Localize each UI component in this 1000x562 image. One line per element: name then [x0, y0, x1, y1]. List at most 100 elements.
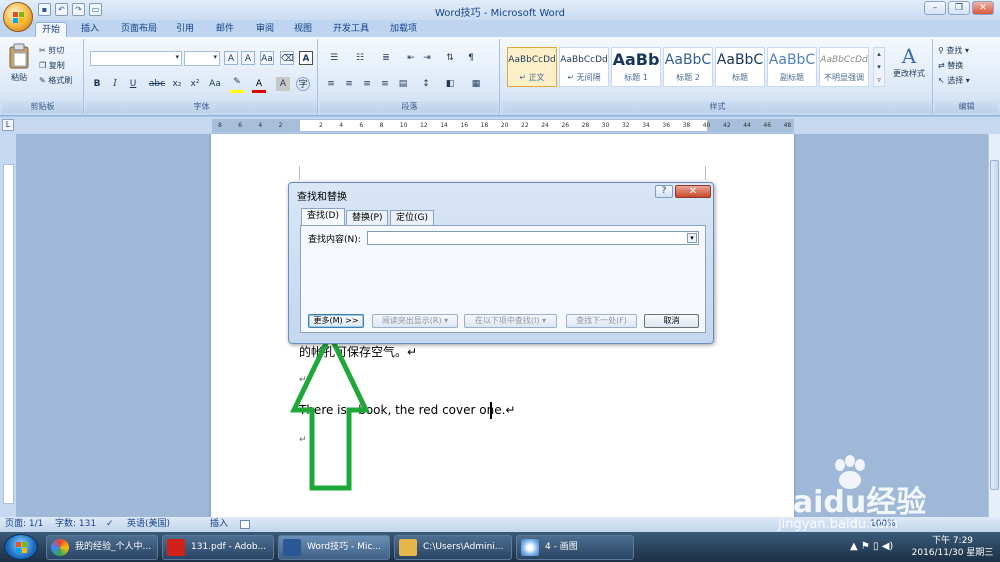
- bullets-icon[interactable]: ☰: [324, 51, 344, 65]
- find-what-input[interactable]: ▾: [367, 231, 699, 245]
- styles-scroll[interactable]: ▴ ▾ ▿: [873, 47, 885, 87]
- sort-icon[interactable]: ⇅: [440, 51, 460, 65]
- increase-indent-icon[interactable]: ⇥: [420, 51, 434, 65]
- tab-insert[interactable]: 插入: [75, 22, 105, 37]
- tab-find[interactable]: 查找(D): [301, 208, 345, 226]
- justify-icon[interactable]: ≡: [378, 77, 392, 91]
- tray-icons[interactable]: ▲ ⚑ ▯ ◀): [850, 541, 893, 552]
- highlight-icon[interactable]: ✎: [230, 77, 244, 91]
- ruler-tick-label: 48: [783, 122, 792, 129]
- find-button[interactable]: ⚲ 查找 ▾: [937, 44, 970, 57]
- char-shading-button[interactable]: A: [276, 77, 290, 91]
- copy-button[interactable]: ❐ 复制: [38, 59, 66, 72]
- tab-selector-icon[interactable]: L: [2, 119, 14, 131]
- find-in-button[interactable]: 在以下项中查找(I) ▾: [464, 314, 557, 328]
- shrink-font-button[interactable]: A: [241, 51, 255, 65]
- tab-page-layout[interactable]: 页面布局: [115, 22, 163, 37]
- align-right-icon[interactable]: ≡: [360, 77, 374, 91]
- taskbar-item-paint[interactable]: 4 - 画图: [516, 535, 634, 560]
- taskbar-item-word[interactable]: Word技巧 - Mic...: [278, 535, 390, 560]
- taskbar-item-explorer[interactable]: C:\Users\Admini...: [394, 535, 512, 560]
- change-styles-button[interactable]: A 更改样式: [889, 43, 929, 80]
- tab-developer[interactable]: 开发工具: [327, 22, 375, 37]
- proofing-icon[interactable]: ✓: [106, 517, 114, 532]
- vertical-ruler[interactable]: [0, 134, 16, 517]
- strikethrough-button[interactable]: abc: [148, 77, 166, 91]
- maximize-button[interactable]: ❐: [948, 1, 970, 15]
- dropdown-arrow-icon[interactable]: ▾: [687, 233, 697, 243]
- office-button[interactable]: [3, 2, 33, 32]
- green-arrow-annotation: [290, 330, 370, 491]
- char-border-button[interactable]: A: [299, 51, 313, 65]
- clock[interactable]: 下午 7:29 2016/11/30 星期三: [910, 535, 995, 559]
- start-button[interactable]: [4, 534, 38, 560]
- replace-button[interactable]: ⇄ 替换: [937, 59, 964, 72]
- minimize-button[interactable]: –: [924, 1, 946, 15]
- shading-icon[interactable]: ◧: [440, 77, 460, 91]
- tab-view[interactable]: 视图: [288, 22, 318, 37]
- line-spacing-icon[interactable]: ↕: [416, 77, 436, 91]
- subscript-button[interactable]: x₂: [170, 77, 184, 91]
- vertical-scrollbar[interactable]: [988, 134, 1000, 517]
- align-center-icon[interactable]: ≡: [342, 77, 356, 91]
- page-count[interactable]: 页面: 1/1: [5, 517, 43, 532]
- language-status[interactable]: 英语(美国): [127, 517, 170, 532]
- pilcrow-icon[interactable]: ¶: [464, 51, 478, 65]
- help-button[interactable]: ?: [655, 185, 673, 198]
- style-normal[interactable]: AaBbCcDd ↵ 正文: [507, 47, 557, 87]
- dialog-close-button[interactable]: ✕: [675, 185, 711, 198]
- style-title[interactable]: AaBbC 标题: [715, 47, 765, 87]
- font-size-select[interactable]: ▾: [184, 51, 220, 66]
- tab-goto[interactable]: 定位(G): [390, 210, 434, 225]
- align-left-icon[interactable]: ≡: [324, 77, 338, 91]
- horizontal-ruler[interactable]: 8 6 4 2 2 4 6 8 10 12 14 16 18 20 22 24 26 28 30 32 34 36 38 40…: [212, 119, 794, 132]
- clear-format-icon[interactable]: ⌫: [280, 51, 294, 65]
- tab-references[interactable]: 引用: [170, 22, 200, 37]
- cancel-button[interactable]: 取消: [644, 314, 699, 328]
- ruler-tick-label: 8: [379, 122, 384, 129]
- style-heading-2[interactable]: AaBbC 标题 2: [663, 47, 713, 87]
- insert-mode[interactable]: 插入: [210, 517, 228, 532]
- word-count[interactable]: 字数: 131: [55, 517, 96, 532]
- enclose-char-button[interactable]: 字: [296, 77, 310, 91]
- scrollbar-thumb[interactable]: [990, 160, 999, 490]
- tab-addins[interactable]: 加载项: [384, 22, 423, 37]
- style-heading-1[interactable]: AaBb 标题 1: [611, 47, 661, 87]
- change-case-small-button[interactable]: Aa: [208, 77, 222, 91]
- zoom-level[interactable]: 100%: [870, 517, 896, 532]
- grow-font-button[interactable]: A: [224, 51, 238, 65]
- tab-replace[interactable]: 替换(P): [346, 210, 389, 225]
- style-subtitle[interactable]: AaBbC 副标题: [767, 47, 817, 87]
- close-button[interactable]: ✕: [972, 1, 994, 15]
- style-subtle-emphasis[interactable]: AaBbCcDd 不明显强调: [819, 47, 869, 87]
- tab-review[interactable]: 审阅: [250, 22, 280, 37]
- multilevel-list-icon[interactable]: ≣: [376, 51, 396, 65]
- font-name-select[interactable]: ▾: [90, 51, 182, 66]
- editing-group: ⚲ 查找 ▾ ⇄ 替换 ↖ 选择 ▾ 编辑: [935, 39, 998, 114]
- ruler-tick-label: 6: [238, 122, 243, 129]
- find-next-button[interactable]: 查找下一处(F): [566, 314, 637, 328]
- taskbar-item-browser[interactable]: 我的经验_个人中...: [46, 535, 158, 560]
- change-case-button[interactable]: Aa: [260, 51, 274, 65]
- tab-mailings[interactable]: 邮件: [210, 22, 240, 37]
- underline-button[interactable]: U: [126, 77, 140, 91]
- superscript-button[interactable]: x²: [188, 77, 202, 91]
- select-button[interactable]: ↖ 选择 ▾: [937, 74, 971, 87]
- reading-highlight-button[interactable]: 阅读突出显示(R) ▾: [372, 314, 458, 328]
- paste-button[interactable]: 粘贴: [6, 42, 32, 92]
- font-color-button[interactable]: A: [252, 77, 266, 91]
- macro-record-icon[interactable]: [240, 520, 250, 529]
- borders-icon[interactable]: ▦: [466, 77, 486, 91]
- tab-home[interactable]: 开始: [35, 22, 68, 37]
- format-painter-button[interactable]: ✎ 格式刷: [38, 74, 73, 87]
- decrease-indent-icon[interactable]: ⇤: [404, 51, 418, 65]
- style-no-spacing[interactable]: AaBbCcDd ↵ 无间隔: [559, 47, 609, 87]
- more-button[interactable]: 更多(M) >>: [308, 314, 364, 328]
- cut-button[interactable]: ✂ 剪切: [38, 44, 65, 57]
- numbering-icon[interactable]: ☷: [350, 51, 370, 65]
- taskbar-item-pdf[interactable]: 131.pdf - Adob...: [162, 535, 274, 560]
- italic-button[interactable]: I: [108, 77, 122, 91]
- distribute-icon[interactable]: ▤: [396, 77, 410, 91]
- bold-button[interactable]: B: [90, 77, 104, 91]
- clock-date: 2016/11/30 星期三: [911, 548, 994, 558]
